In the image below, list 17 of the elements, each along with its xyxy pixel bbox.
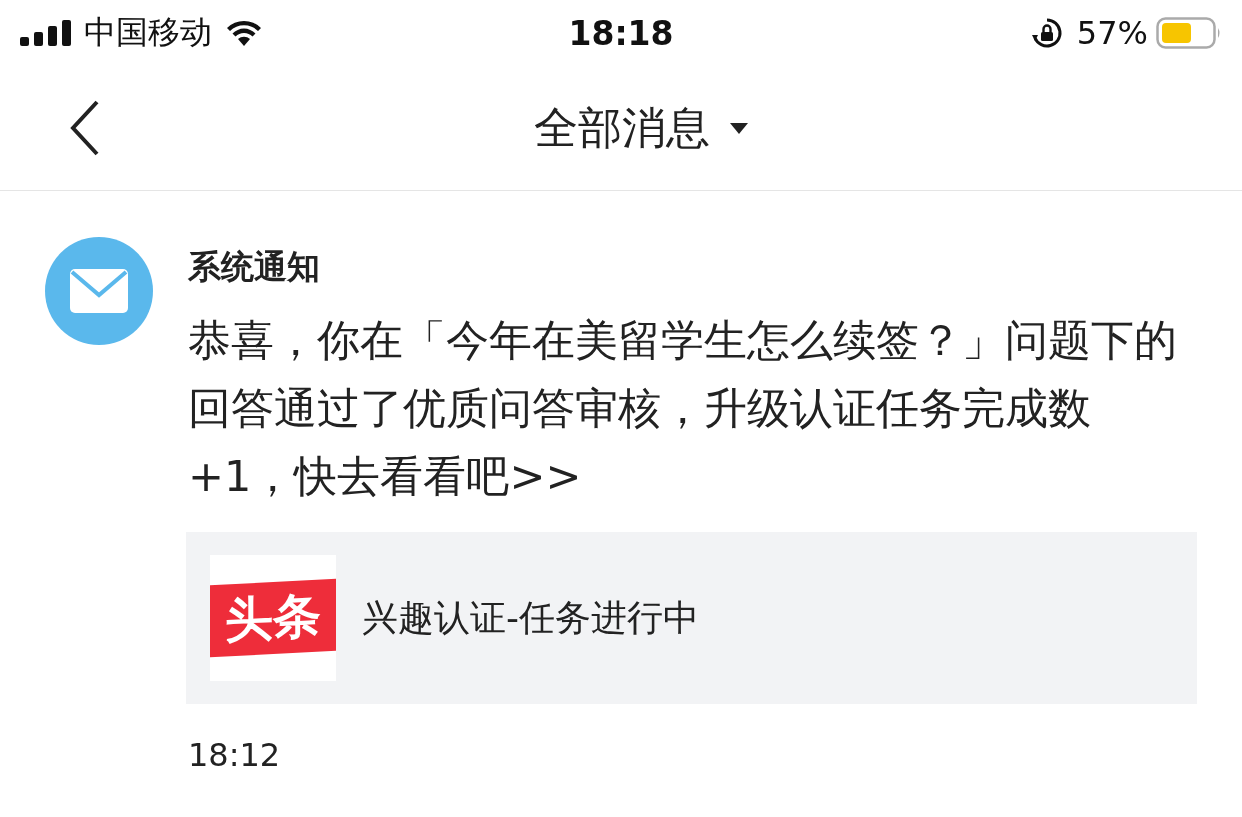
signal-icon [20,20,72,46]
battery-percent: 57% [1076,14,1148,52]
carrier-name: 中国移动 [84,12,212,53]
dropdown-caret-icon[interactable] [730,122,748,134]
card-title: 兴趣认证-任务进行中 [362,595,699,640]
back-icon[interactable] [70,100,100,156]
rotation-lock-icon [1030,17,1063,49]
nav-title[interactable]: 全部消息 [534,98,710,158]
clock-time: 18:18 [568,13,674,53]
sender-name: 系统通知 [188,246,320,288]
message-text[interactable]: 恭喜，你在「今年在美留学生怎么续签？」问题下的回答通过了优质问答审核，升级认证任务完成数 +1，快去看看吧>> [188,306,1188,510]
link-card[interactable]: 头条 兴趣认证-任务进行中 [186,532,1197,704]
mail-avatar-icon [45,237,153,345]
battery-icon [1156,17,1222,49]
message-time: 18:12 [188,736,281,774]
wifi-icon [226,20,262,46]
app-logo: 头条 [210,555,336,681]
